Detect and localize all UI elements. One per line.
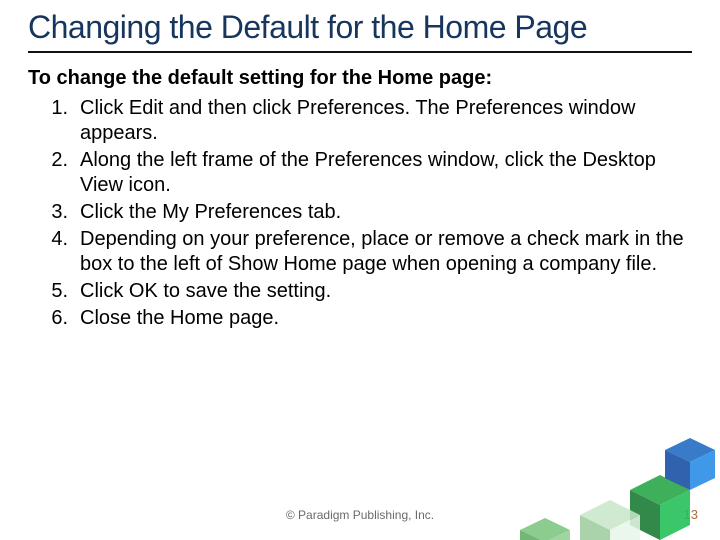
slide-title: Changing the Default for the Home Page xyxy=(28,10,692,53)
list-item: Depending on your preference, place or r… xyxy=(28,227,692,277)
steps-list: Click Edit and then click Preferences. T… xyxy=(28,96,692,331)
list-item: Along the left frame of the Preferences … xyxy=(28,148,692,198)
slide: Changing the Default for the Home Page T… xyxy=(0,0,720,540)
footer-copyright: © Paradigm Publishing, Inc. xyxy=(0,508,720,522)
list-item: Click OK to save the setting. xyxy=(28,279,692,304)
list-item: Click the My Preferences tab. xyxy=(28,200,692,225)
list-item: Click Edit and then click Preferences. T… xyxy=(28,96,692,146)
intro-text: To change the default setting for the Ho… xyxy=(28,67,692,90)
list-item: Close the Home page. xyxy=(28,306,692,331)
page-number: 13 xyxy=(684,507,698,522)
